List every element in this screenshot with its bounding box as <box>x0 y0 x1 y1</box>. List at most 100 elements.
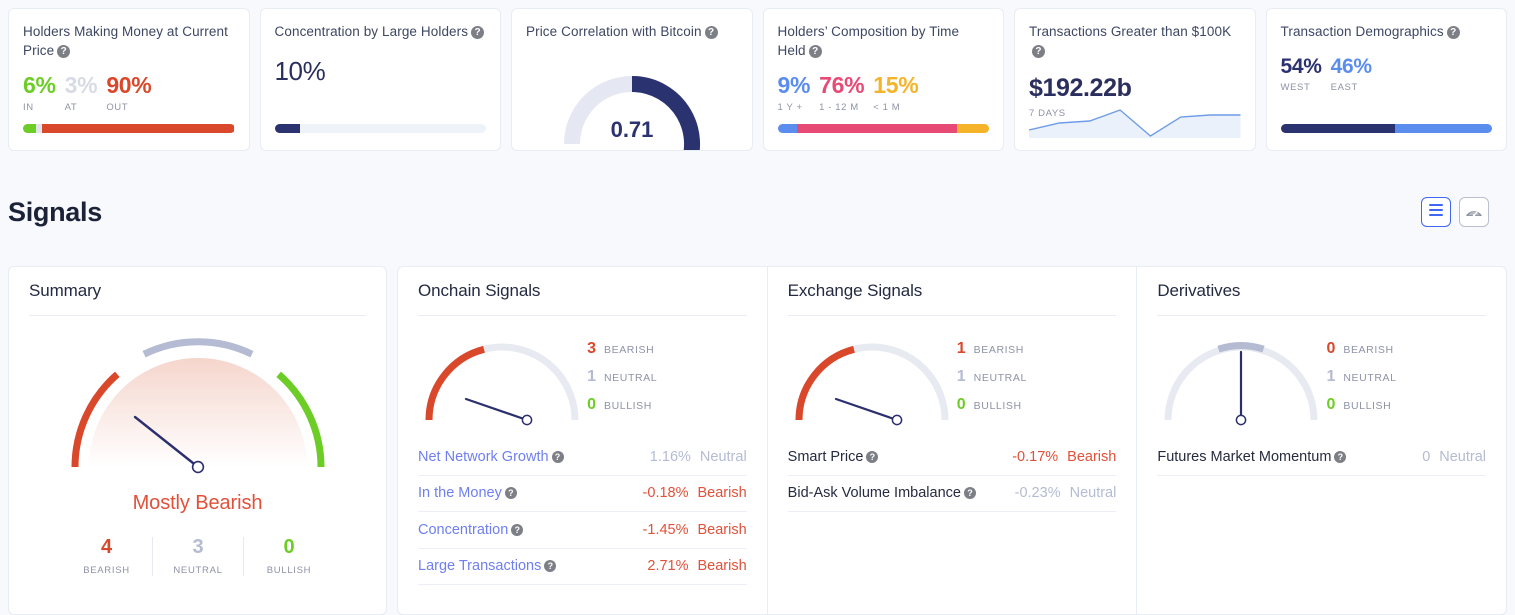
count-bullish: 0 BULLISH <box>586 396 657 414</box>
metric-label: WEST <box>1280 81 1311 93</box>
signal-name: Futures Market Momentum? <box>1157 449 1347 465</box>
summary-count-bullish: 0 BULLISH <box>243 537 334 576</box>
metric-value: 90% <box>106 72 152 99</box>
signal-name[interactable]: Net Network Growth? <box>418 449 564 465</box>
signal-row[interactable]: Bid-Ask Volume Imbalance? -0.23% Neutral <box>787 476 1117 512</box>
signal-percent: 2.71% <box>647 558 689 575</box>
signal-name[interactable]: In the Money? <box>418 485 517 501</box>
gauge-view-button[interactable] <box>1459 197 1489 227</box>
divider <box>29 315 366 316</box>
help-icon[interactable]: ? <box>511 523 524 536</box>
help-icon[interactable]: ? <box>704 26 718 39</box>
signal-state: Neutral <box>1439 448 1487 465</box>
signal-panels: Summary Mostly Bearish 4 BEARISH 3 NEUTR… <box>0 266 1515 615</box>
list-view-button[interactable] <box>1421 197 1451 227</box>
bar-segment-in <box>23 124 36 133</box>
signal-row[interactable]: Net Network Growth? 1.16% Neutral <box>418 439 747 476</box>
panel-title: Derivatives <box>1157 281 1241 300</box>
signal-values: 2.71% Bearish <box>647 558 746 574</box>
count-bearish: 1 BEARISH <box>956 340 1027 358</box>
metric-label: 1 Y + <box>777 102 803 114</box>
signal-name[interactable]: Large Transactions? <box>418 558 557 574</box>
help-icon[interactable]: ? <box>504 487 517 500</box>
signal-row[interactable]: Smart Price? -0.17% Bearish <box>787 439 1117 476</box>
signal-row[interactable]: In the Money? -0.18% Bearish <box>418 476 747 512</box>
count-number: 1 <box>1326 368 1336 385</box>
metric-group: 9% 1 Y + 76% 1 - 12 M 15% < 1 M <box>777 74 990 114</box>
count-number: 3 <box>192 536 204 558</box>
help-icon[interactable]: ? <box>1032 44 1045 58</box>
count-label: BEARISH <box>973 344 1024 356</box>
signal-values: 1.16% Neutral <box>650 449 747 465</box>
derivatives-gauge <box>1157 332 1325 433</box>
help-icon[interactable]: ? <box>963 487 976 500</box>
bar-segment-under-1m <box>957 124 989 133</box>
metric-label: IN <box>23 102 34 114</box>
panel-onchain-signals: Onchain Signals 3 BEARISH 1 NEUTRAL 0 BU… <box>397 266 768 615</box>
signal-row[interactable]: Large Transactions? 2.71% Bearish <box>418 549 747 585</box>
count-label: NEUTRAL <box>604 372 658 384</box>
signal-percent: -0.23% <box>1014 485 1061 502</box>
count-neutral: 1 NEUTRAL <box>586 368 657 386</box>
count-label: BEARISH <box>83 565 130 576</box>
signal-percent: -0.18% <box>642 485 689 502</box>
onchain-gauge <box>418 332 586 433</box>
gauge-area: 1 BEARISH 1 NEUTRAL 0 BULLISH <box>788 316 1117 433</box>
help-icon[interactable]: ? <box>808 44 822 58</box>
help-icon[interactable]: ? <box>1446 26 1460 39</box>
bar-segment-1-12m <box>796 124 958 133</box>
signal-name: Smart Price? <box>788 449 879 465</box>
signal-values: 0 Neutral <box>1422 449 1486 465</box>
signal-name[interactable]: Concentration? <box>418 522 524 538</box>
help-icon[interactable]: ? <box>544 560 557 573</box>
metric-1-12m: 76% 1 - 12 M <box>819 74 864 114</box>
count-number: 0 <box>1326 340 1336 357</box>
progress-bar <box>777 124 989 133</box>
stat-card-price-correlation-bitcoin: Price Correlation with Bitcoin? 0.71 <box>511 8 753 151</box>
metric-group: 6% IN 3% AT 90% OUT <box>23 72 235 114</box>
stat-card-concentration-large-holders: Concentration by Large Holders? 10% <box>259 8 501 151</box>
card-title: Transaction Demographics? <box>1281 23 1493 42</box>
correlation-gauge: 0.71 <box>512 61 752 150</box>
signal-row[interactable]: Concentration? -1.45% Bearish <box>418 512 747 549</box>
bar-segment-1y-plus <box>777 124 797 133</box>
signal-state: Bearish <box>697 521 747 538</box>
count-label: BULLISH <box>973 400 1022 412</box>
count-label: NEUTRAL <box>973 372 1027 384</box>
signal-row[interactable]: Futures Market Momentum? 0 Neutral <box>1157 439 1487 476</box>
panel-summary: Summary Mostly Bearish 4 BEARISH 3 NEUTR… <box>8 266 387 615</box>
panel-title: Exchange Signals <box>787 281 923 300</box>
signal-percent: 0 <box>1422 448 1431 465</box>
metric-under-1m: 15% < 1 M <box>873 74 918 114</box>
metric-1y-plus: 9% 1 Y + <box>777 74 811 114</box>
derivatives-signal-list: Futures Market Momentum? 0 Neutral <box>1157 439 1487 476</box>
signal-state: Bearish <box>1067 448 1117 465</box>
stat-card-transaction-demographics: Transaction Demographics? 54% WEST 46% E… <box>1265 8 1507 151</box>
count-number: 0 <box>283 536 295 558</box>
page-title: Signals <box>8 196 102 227</box>
count-label: BULLISH <box>266 565 312 576</box>
help-icon[interactable]: ? <box>471 26 485 39</box>
count-bearish: 0 BEARISH <box>1325 340 1396 358</box>
help-icon[interactable]: ? <box>1334 450 1347 463</box>
signal-percent: -0.17% <box>1012 448 1059 465</box>
help-icon[interactable]: ? <box>551 450 564 463</box>
derivatives-counts: 0 BEARISH 1 NEUTRAL 0 BULLISH <box>1325 332 1396 414</box>
count-label: NEUTRAL <box>173 565 223 576</box>
summary-counts: 4 BEARISH 3 NEUTRAL 0 BULLISH <box>29 537 366 576</box>
signal-name: Bid-Ask Volume Imbalance? <box>788 485 976 501</box>
metric-value: 54% <box>1280 54 1322 78</box>
correlation-value: 0.71 <box>610 117 653 142</box>
onchain-signal-list: Net Network Growth? 1.16% Neutral In the… <box>418 439 747 585</box>
exchange-gauge <box>788 332 956 433</box>
help-icon[interactable]: ? <box>57 44 71 58</box>
gauge-icon <box>1464 201 1484 224</box>
count-number: 0 <box>1326 396 1336 413</box>
card-title: Concentration by Large Holders? <box>275 23 487 42</box>
metric-west: 54% WEST <box>1281 56 1322 93</box>
help-icon[interactable]: ? <box>866 450 879 463</box>
count-number: 1 <box>587 368 596 385</box>
count-neutral: 1 NEUTRAL <box>1325 368 1396 386</box>
count-label: BEARISH <box>1343 344 1394 356</box>
count-label: BEARISH <box>604 344 655 356</box>
